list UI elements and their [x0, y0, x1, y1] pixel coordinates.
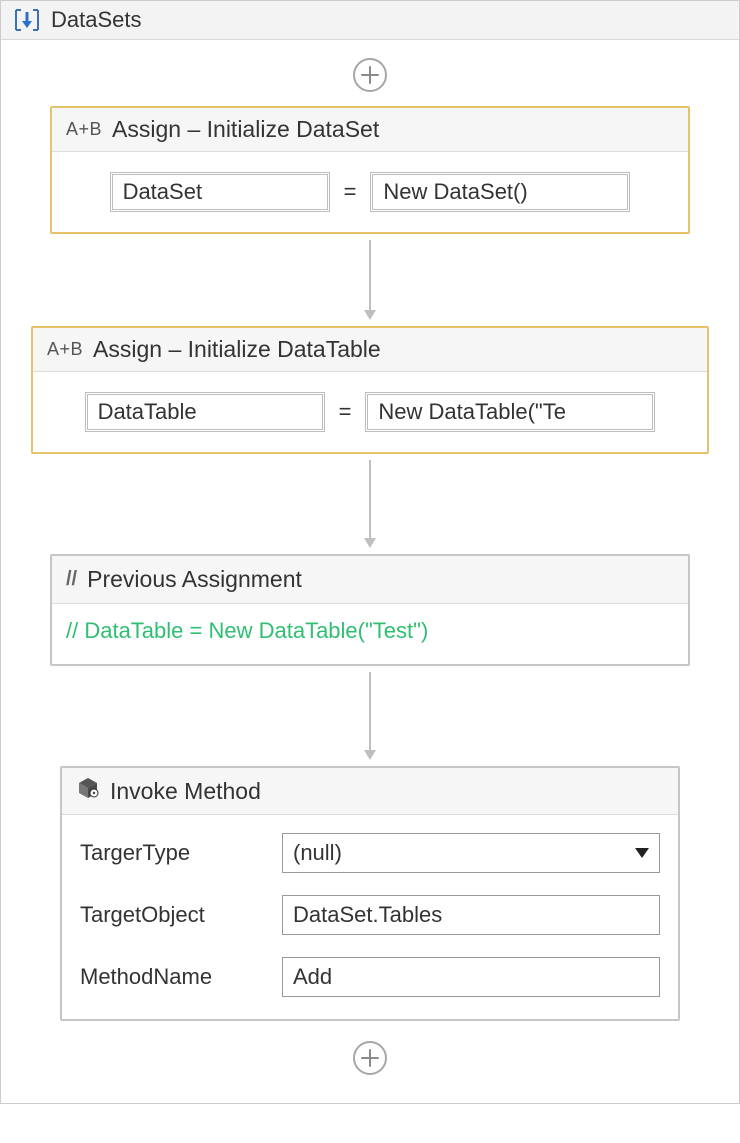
assign-to-input[interactable]: DataSet: [110, 172, 330, 212]
equals-sign: =: [335, 399, 356, 425]
method-name-input[interactable]: Add: [282, 957, 660, 997]
invoke-method-activity[interactable]: Invoke Method TargerType (null) TargetOb…: [60, 766, 680, 1021]
assign-activity-initialize-datatable[interactable]: A+B Assign – Initialize DataTable DataTa…: [31, 326, 709, 454]
chevron-down-icon: [635, 848, 649, 858]
invoke-method-icon: [76, 776, 100, 806]
equals-sign: =: [340, 179, 361, 205]
add-activity-top-button[interactable]: [353, 58, 387, 92]
assign-icon: A+B: [47, 339, 83, 360]
assign-icon: A+B: [66, 119, 102, 140]
comment-text[interactable]: // DataTable = New DataTable("Test"): [52, 604, 688, 664]
assign-value-input[interactable]: New DataTable("Te: [365, 392, 655, 432]
activity-title: Previous Assignment: [87, 566, 302, 593]
target-type-combobox[interactable]: (null): [282, 833, 660, 873]
flow-connector: [364, 460, 376, 548]
workflow-body: A+B Assign – Initialize DataSet DataSet …: [1, 40, 739, 1103]
target-type-value: (null): [293, 840, 342, 866]
activity-title: Assign – Initialize DataSet: [112, 116, 379, 143]
activity-header[interactable]: A+B Assign – Initialize DataTable: [33, 328, 707, 372]
flow-connector: [364, 672, 376, 760]
workflow-header[interactable]: DataSets: [1, 1, 739, 40]
activity-header[interactable]: Invoke Method: [62, 768, 678, 815]
activity-title: Assign – Initialize DataTable: [93, 336, 381, 363]
target-object-row: TargetObject DataSet.Tables: [80, 895, 660, 935]
comment-icon: //: [66, 568, 77, 591]
target-object-label: TargetObject: [80, 902, 270, 928]
target-object-input[interactable]: DataSet.Tables: [282, 895, 660, 935]
comment-activity[interactable]: // Previous Assignment // DataTable = Ne…: [50, 554, 690, 666]
activity-header[interactable]: A+B Assign – Initialize DataSet: [52, 108, 688, 152]
flow-connector: [364, 240, 376, 320]
method-name-label: MethodName: [80, 964, 270, 990]
activity-body: DataSet = New DataSet(): [52, 152, 688, 232]
workflow-title: DataSets: [51, 7, 142, 33]
assign-activity-initialize-dataset[interactable]: A+B Assign – Initialize DataSet DataSet …: [50, 106, 690, 234]
assign-value-input[interactable]: New DataSet(): [370, 172, 630, 212]
activity-body: DataTable = New DataTable("Te: [33, 372, 707, 452]
assign-to-input[interactable]: DataTable: [85, 392, 325, 432]
add-activity-bottom-button[interactable]: [353, 1041, 387, 1075]
target-type-label: TargerType: [80, 840, 270, 866]
sequence-icon: [13, 8, 41, 32]
activity-body: TargerType (null) TargetObject DataSet.T…: [62, 815, 678, 1019]
method-name-row: MethodName Add: [80, 957, 660, 997]
workflow-sequence[interactable]: DataSets A+B Assign – Initialize DataSet…: [0, 0, 740, 1104]
activity-header[interactable]: // Previous Assignment: [52, 556, 688, 604]
activity-title: Invoke Method: [110, 778, 261, 805]
target-type-row: TargerType (null): [80, 833, 660, 873]
